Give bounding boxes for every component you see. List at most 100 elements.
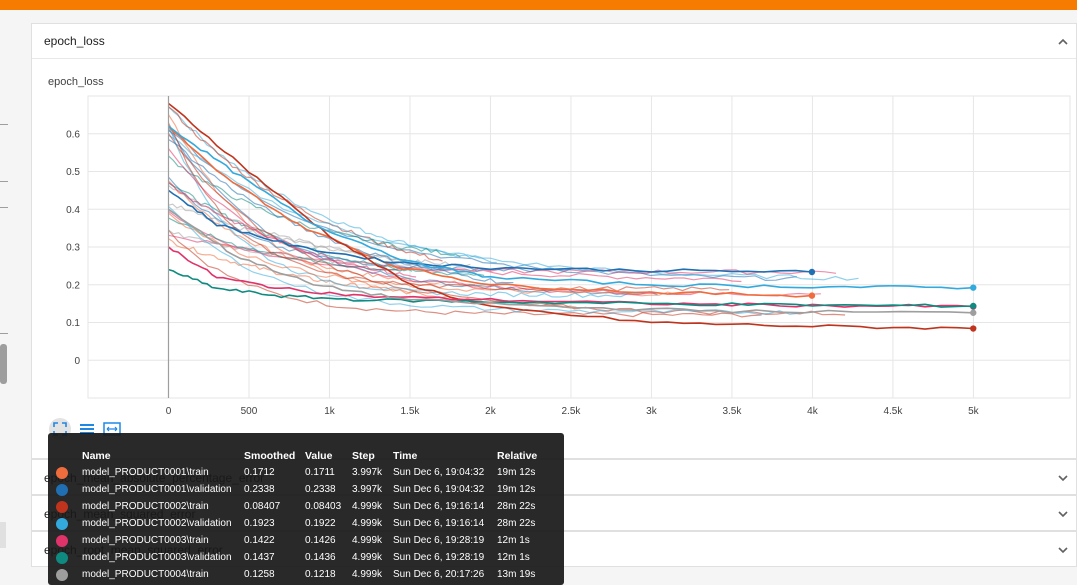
tooltip-value: 0.08403 [305, 501, 342, 512]
y-tick-label: 0.4 [66, 205, 80, 216]
tooltip-smoothed: 0.2338 [244, 484, 275, 495]
chart-tooltip: Name Smoothed Value Step Time Relative m… [48, 433, 564, 585]
y-tick-label: 0.1 [66, 318, 80, 329]
tooltip-relative: 13m 19s [497, 569, 536, 580]
tooltip-name: model_PRODUCT0002\train [82, 501, 209, 512]
tooltip-row: model_PRODUCT0003\train 0.1422 0.1426 4.999… [52, 532, 557, 549]
x-tick-label: 2k [485, 406, 497, 417]
series-endpoint [970, 309, 977, 316]
series-endpoint [970, 325, 977, 332]
tooltip-row: model_PRODUCT0002\train 0.08407 0.08403 4.9… [52, 498, 557, 515]
x-tick-label: 3k [646, 406, 658, 417]
tooltip-row: model_PRODUCT0001\validation 0.2338 0.2338… [52, 481, 557, 498]
tooltip-smoothed: 0.08407 [244, 501, 281, 512]
x-tick-label: 0 [166, 406, 172, 417]
tooltip-step: 3.997k [352, 484, 383, 495]
background-run-line [168, 205, 801, 315]
x-tick-label: 2.5k [561, 406, 581, 417]
background-run-line [168, 148, 821, 297]
chart-series [167, 102, 977, 332]
series-endpoint [808, 268, 816, 276]
tooltip-header-row: Name Smoothed Value Step Time Relative [52, 447, 557, 464]
tooltip-time: Sun Dec 6, 19:28:19 [393, 552, 485, 563]
background-run-line [168, 181, 417, 278]
tooltip-name: model_PRODUCT0001\validation [82, 484, 232, 495]
y-tick-label: 0.3 [66, 243, 80, 254]
tooltip-name: model_PRODUCT0002\validation [82, 518, 232, 529]
tooltip-header-step: Step [352, 449, 375, 462]
tooltip-relative: 19m 12s [497, 484, 536, 495]
tooltip-relative: 28m 22s [497, 518, 536, 529]
y-tick-label: 0.6 [66, 129, 80, 140]
tooltip-time: Sun Dec 6, 19:04:32 [393, 467, 485, 478]
tooltip-value: 0.1436 [305, 552, 336, 563]
x-tick-label: 5k [968, 406, 980, 417]
tooltip-relative: 12m 1s [497, 552, 530, 563]
tooltip-relative: 19m 12s [497, 467, 536, 478]
series-color-swatch [56, 568, 68, 581]
tooltip-name: model_PRODUCT0004\train [82, 569, 209, 580]
tooltip-relative: 28m 22s [497, 501, 536, 512]
tooltip-value: 0.1218 [305, 569, 336, 580]
tooltip-row: model_PRODUCT0001\train 0.1712 0.1711 3.997… [52, 464, 557, 481]
tooltip-smoothed: 0.1258 [244, 569, 275, 580]
tooltip-smoothed: 0.1712 [244, 467, 275, 478]
tooltip-value: 0.1426 [305, 535, 336, 546]
tooltip-step: 3.997k [352, 467, 383, 478]
tooltip-time: Sun Dec 6, 20:17:26 [393, 569, 485, 580]
chevron-down-icon[interactable] [1056, 471, 1070, 485]
tooltip-value: 0.1922 [305, 518, 336, 529]
tooltip-step: 4.999k [352, 569, 383, 580]
background-run-line [168, 210, 837, 275]
tooltip-time: Sun Dec 6, 19:16:14 [393, 518, 485, 529]
tooltip-swatch-cell [52, 464, 82, 481]
tooltip-step: 4.999k [352, 518, 383, 529]
x-tick-label: 3.5k [722, 406, 742, 417]
tooltip-step: 4.999k [352, 501, 383, 512]
y-tick-label: 0 [74, 356, 80, 367]
tooltip-header-value: Value [305, 449, 333, 462]
tooltip-row: model_PRODUCT0003\validation 0.1437 0.1436… [52, 549, 557, 566]
x-tick-label: 500 [241, 406, 258, 417]
tooltip-smoothed: 0.1422 [244, 535, 275, 546]
series-color-swatch [56, 466, 68, 479]
tooltip-name: model_PRODUCT0003\train [82, 535, 209, 546]
chevron-down-icon[interactable] [1056, 507, 1070, 521]
tooltip-smoothed: 0.1437 [244, 552, 275, 563]
tooltip-swatch-cell [52, 532, 82, 549]
y-tick-label: 0.2 [66, 280, 80, 291]
background-run-line [167, 124, 629, 298]
tooltip-value: 0.1711 [305, 467, 335, 478]
x-tick-label: 1.5k [401, 406, 421, 417]
chart-axes: 0 500 1k 1.5k 2k 2.5k 3k 3.5k 4k 4.5k 5k 0 0.1 0.2 0.3… [66, 96, 980, 417]
tooltip-header-time: Time [393, 449, 418, 462]
tooltip-time: Sun Dec 6, 19:16:14 [393, 501, 485, 512]
tooltip-name: model_PRODUCT0003\validation [82, 552, 232, 563]
chevron-down-icon[interactable] [1056, 543, 1070, 557]
tooltip-swatch-cell [52, 566, 82, 583]
tooltip-step: 4.999k [352, 535, 383, 546]
x-tick-label: 4k [807, 406, 819, 417]
tooltip-smoothed: 0.1923 [244, 518, 275, 529]
series-color-swatch [56, 500, 68, 513]
x-tick-label: 4.5k [883, 406, 903, 417]
tooltip-row: model_PRODUCT0004\train 0.1258 0.1218 4.999… [52, 566, 557, 583]
tooltip-header-name: Name [82, 449, 111, 462]
tooltip-table: Name Smoothed Value Step Time Relative m… [52, 447, 557, 583]
series-color-swatch [56, 534, 68, 547]
tooltip-step: 4.999k [352, 552, 383, 563]
tooltip-time: Sun Dec 6, 19:04:32 [393, 484, 485, 495]
series-color-swatch [56, 483, 68, 496]
tooltip-header-smoothed: Smoothed [244, 449, 296, 462]
tooltip-swatch-cell [52, 498, 82, 515]
series-endpoint [970, 284, 977, 291]
tooltip-header-relative: Relative [497, 449, 538, 462]
tooltip-name: model_PRODUCT0001\train [82, 467, 209, 478]
series-endpoint [970, 302, 977, 310]
x-tick-label: 1k [324, 406, 336, 417]
tooltip-relative: 12m 1s [497, 535, 530, 546]
series-endpoint [808, 292, 816, 299]
tooltip-swatch-cell [52, 481, 82, 498]
tooltip-swatch-cell [52, 515, 82, 532]
tooltip-row: model_PRODUCT0002\validation 0.1923 0.1922… [52, 515, 557, 532]
